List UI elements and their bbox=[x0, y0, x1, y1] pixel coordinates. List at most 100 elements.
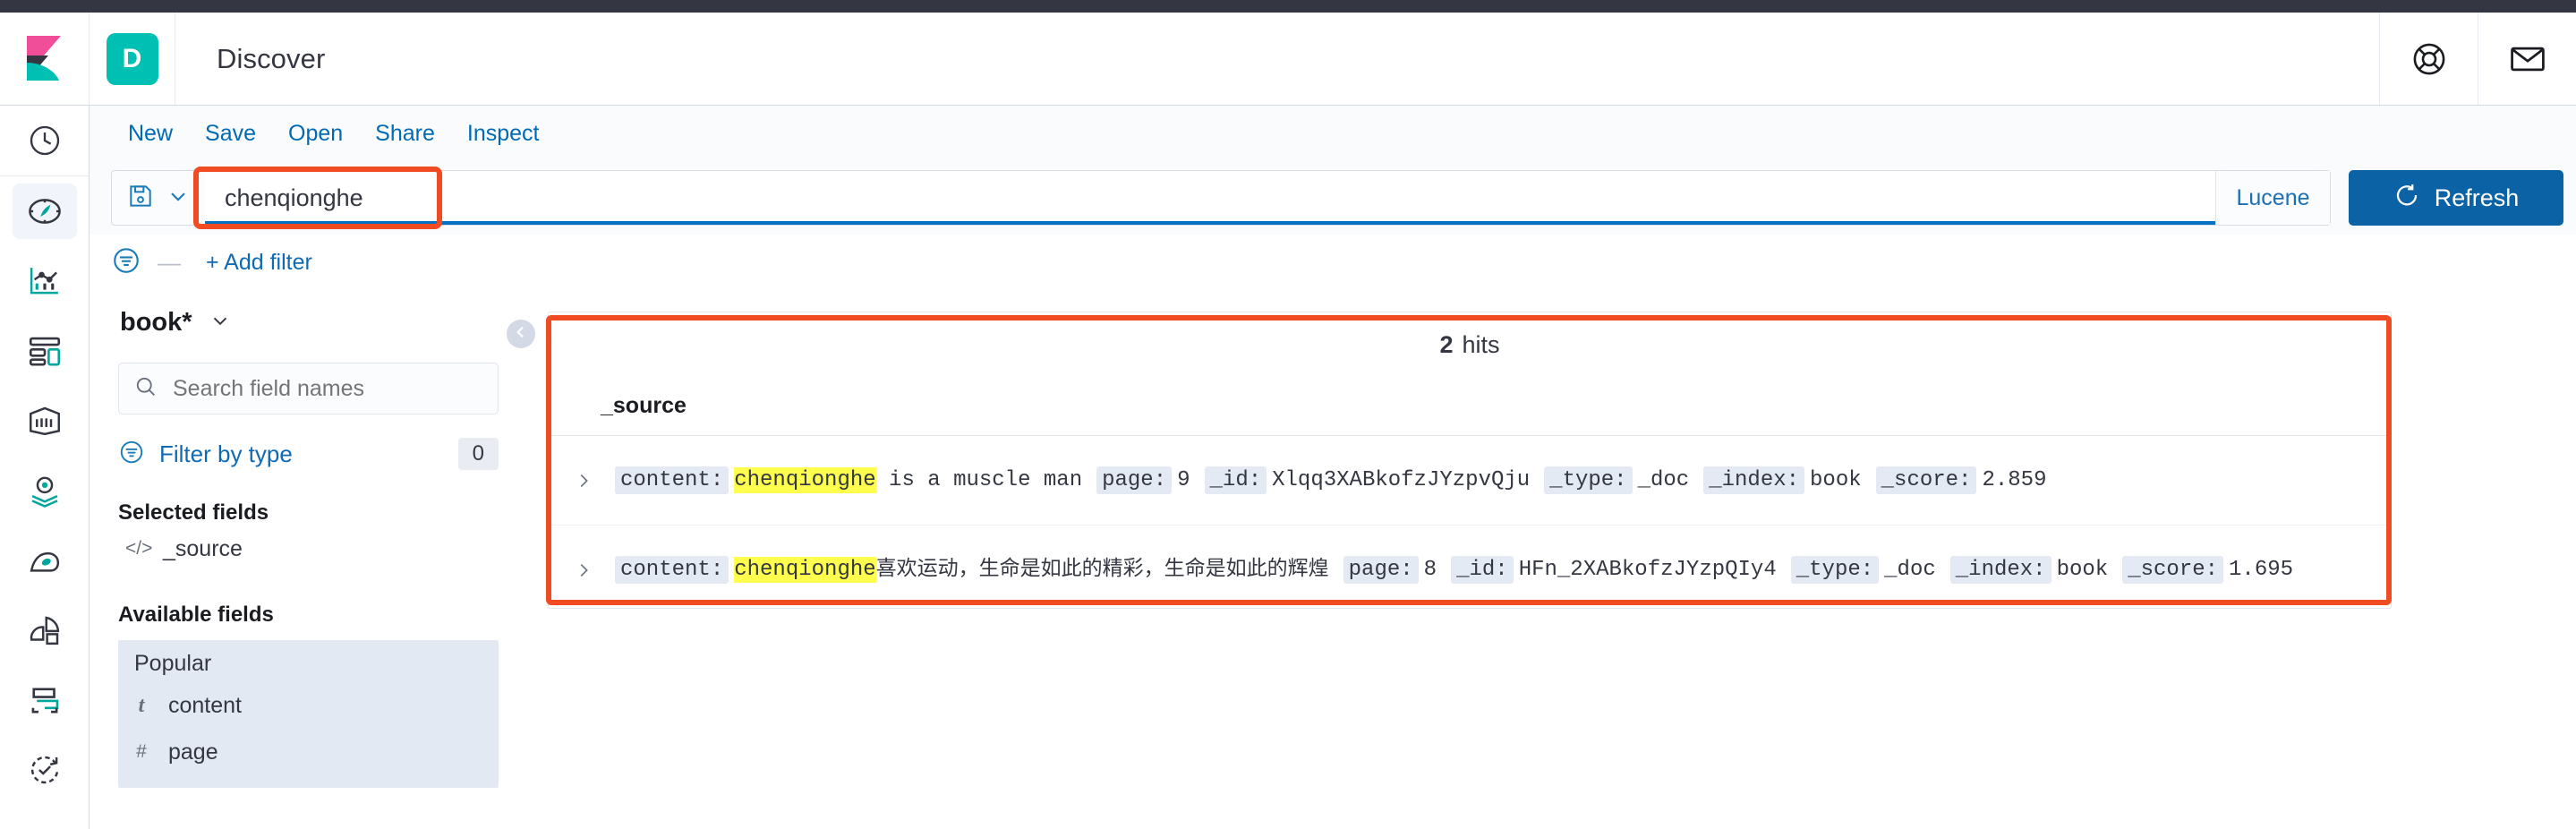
popular-fields-group: Popular t content # page bbox=[118, 640, 499, 788]
field-value: Xlqq3XABkofzJYzpvQju bbox=[1272, 467, 1531, 492]
available-fields-heading: Available fields bbox=[118, 603, 274, 627]
field-value: _doc bbox=[1637, 467, 1690, 492]
infra-icon bbox=[13, 672, 77, 728]
field-value: _doc bbox=[1884, 558, 1936, 583]
table-header-row: _source bbox=[549, 377, 2391, 436]
field-key: _score: bbox=[2122, 556, 2224, 585]
index-pattern-selector[interactable]: book* bbox=[109, 295, 482, 346]
field-item-content[interactable]: t content bbox=[124, 682, 499, 729]
field-item-page[interactable]: # page bbox=[124, 729, 499, 775]
filter-icon bbox=[118, 439, 145, 470]
query-language-switcher[interactable]: Lucene bbox=[2215, 171, 2330, 225]
filter-icon[interactable] bbox=[111, 245, 141, 280]
field-value: book bbox=[2056, 558, 2109, 583]
documents-table: 2 hits _source content: chenqionghe is a … bbox=[548, 312, 2392, 609]
nav-maps[interactable] bbox=[0, 456, 90, 526]
filter-by-type-count: 0 bbox=[457, 438, 499, 470]
field-value: book bbox=[1810, 467, 1862, 492]
query-bar: Lucene bbox=[111, 170, 2331, 226]
refresh-button[interactable]: Refresh bbox=[2349, 170, 2563, 226]
query-input[interactable] bbox=[205, 171, 2215, 225]
hits-count: 2 bbox=[1439, 330, 1454, 358]
field-key: content: bbox=[615, 466, 729, 494]
toolbar-link-inspect[interactable]: Inspect bbox=[467, 121, 540, 147]
nav-graph[interactable] bbox=[0, 595, 90, 665]
hits-label: hits bbox=[1462, 330, 1500, 358]
nav-recently-viewed[interactable] bbox=[0, 106, 90, 175]
header-spacer bbox=[325, 13, 2379, 105]
field-key: _id: bbox=[1451, 556, 1514, 585]
field-value: 9 bbox=[1177, 467, 1190, 492]
toolbar-link-save[interactable]: Save bbox=[205, 121, 256, 147]
saved-query-menu-button[interactable] bbox=[112, 171, 205, 225]
table-row[interactable]: content: chenqionghe is a muscle man page:… bbox=[549, 436, 2391, 526]
string-field-icon: t bbox=[138, 693, 145, 717]
row-source-cell: content: chenqionghe喜欢运动，生命是如此的精彩，生命是如此的辉… bbox=[602, 543, 2391, 597]
app-badge-container: D bbox=[90, 13, 175, 105]
nav-dashboard[interactable] bbox=[0, 316, 90, 386]
query-input-wrap bbox=[205, 171, 2215, 225]
field-name: content bbox=[168, 692, 243, 718]
nav-discover[interactable] bbox=[0, 176, 90, 246]
field-name: _source bbox=[163, 535, 243, 561]
uptime-icon bbox=[13, 742, 77, 798]
filter-by-type-row[interactable]: Filter by type 0 bbox=[118, 438, 499, 470]
app-header: D Discover bbox=[0, 13, 2576, 106]
nav-canvas[interactable] bbox=[0, 386, 90, 456]
field-value: 1.695 bbox=[2229, 558, 2294, 583]
row-source-cell: content: chenqionghe is a muscle man page:… bbox=[602, 453, 2391, 508]
field-value: 8 bbox=[1423, 558, 1437, 583]
selected-fields-heading: Selected fields bbox=[118, 500, 269, 525]
field-value-rest: 喜欢运动，生命是如此的精彩，生命是如此的辉煌 bbox=[875, 557, 1329, 581]
dashboard-icon bbox=[13, 323, 77, 379]
number-field-icon: # bbox=[136, 741, 147, 762]
life-ring-icon[interactable] bbox=[2379, 13, 2478, 105]
field-value: HFn_2XABkofzJYzpQIy4 bbox=[1518, 558, 1777, 583]
field-item-source[interactable]: </> _source bbox=[118, 526, 482, 572]
discover-toolbar: New Save Open Share Inspect bbox=[90, 106, 2576, 161]
search-term-highlight: chenqionghe bbox=[734, 466, 876, 493]
floppy-disk-icon bbox=[126, 182, 155, 215]
envelope-icon[interactable] bbox=[2478, 13, 2576, 105]
column-header-source: _source bbox=[601, 393, 687, 418]
nav-infrastructure[interactable] bbox=[0, 665, 90, 735]
field-key: _type: bbox=[1790, 556, 1880, 585]
field-sidebar: book* Search field names Filter by type … bbox=[90, 295, 501, 829]
filter-by-type-label: Filter by type bbox=[159, 440, 293, 467]
field-key: page: bbox=[1343, 556, 1419, 585]
kibana-logo-icon[interactable] bbox=[0, 13, 90, 105]
field-key: content: bbox=[615, 556, 729, 585]
field-name: page bbox=[168, 739, 218, 765]
nav-machine-learning[interactable] bbox=[0, 526, 90, 595]
field-search-input[interactable] bbox=[173, 375, 483, 402]
page-title: Discover bbox=[217, 42, 326, 74]
refresh-icon bbox=[2393, 182, 2420, 215]
top-dark-strip bbox=[0, 0, 2576, 13]
chevron-right-icon[interactable] bbox=[565, 560, 602, 580]
toolbar-link-share[interactable]: Share bbox=[375, 121, 435, 147]
add-filter-button[interactable]: + Add filter bbox=[206, 250, 312, 276]
table-row[interactable]: content: chenqionghe喜欢运动，生命是如此的精彩，生命是如此的辉… bbox=[549, 526, 2391, 615]
index-pattern-name: book* bbox=[120, 308, 192, 337]
graph-icon bbox=[13, 603, 77, 658]
map-pin-icon bbox=[13, 463, 77, 518]
sidebar-collapse-button[interactable] bbox=[507, 320, 535, 348]
field-search-box[interactable] bbox=[118, 363, 499, 414]
toolbar-link-new[interactable]: New bbox=[128, 121, 173, 147]
query-focus-underline bbox=[205, 221, 2215, 225]
nav-uptime[interactable] bbox=[0, 735, 90, 805]
chevron-right-icon[interactable] bbox=[565, 471, 602, 491]
clock-icon bbox=[13, 113, 77, 168]
app-badge: D bbox=[106, 32, 158, 85]
ml-icon bbox=[13, 533, 77, 588]
hits-counter: 2 hits bbox=[549, 312, 2391, 377]
canvas-icon bbox=[13, 393, 77, 449]
left-nav-rail bbox=[0, 106, 90, 829]
field-key: _index: bbox=[1949, 556, 2051, 585]
field-key: _type: bbox=[1544, 466, 1633, 494]
toolbar-link-open[interactable]: Open bbox=[288, 121, 343, 147]
compass-icon bbox=[13, 184, 77, 239]
nav-visualize[interactable] bbox=[0, 246, 90, 316]
popular-fields-label: Popular bbox=[134, 651, 212, 676]
filter-bar-dash: — bbox=[158, 248, 181, 276]
